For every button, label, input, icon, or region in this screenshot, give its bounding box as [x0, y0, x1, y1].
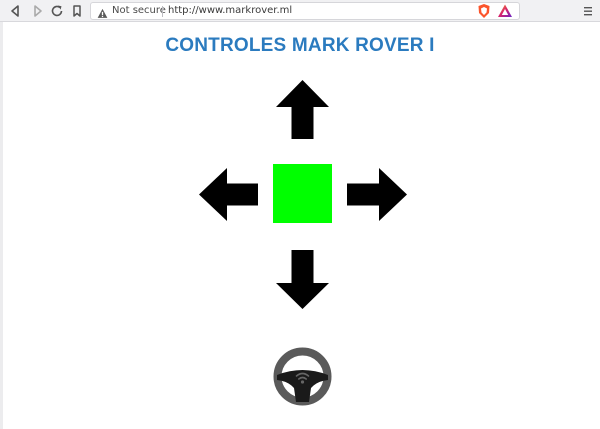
turn-right-button[interactable] — [347, 168, 407, 221]
brave-shield-icon[interactable] — [477, 3, 491, 24]
steering-wheel-icon — [273, 347, 332, 406]
steering-wheel-button[interactable] — [273, 347, 332, 406]
security-label[interactable]: Not secure — [112, 5, 166, 16]
reload-icon[interactable] — [49, 3, 65, 19]
arrow-up-icon — [276, 80, 329, 139]
back-icon[interactable] — [8, 3, 24, 19]
move-backward-button[interactable] — [276, 250, 329, 310]
address-bar[interactable]: Not secure http://www.markrover.ml — [90, 2, 520, 20]
arrow-left-icon — [199, 168, 258, 221]
browser-toolbar: Not secure http://www.markrover.ml — [0, 0, 600, 22]
arrow-right-icon — [347, 168, 407, 221]
brave-rewards-icon[interactable] — [497, 3, 513, 24]
menu-icon[interactable] — [582, 3, 594, 24]
window-edge — [0, 22, 3, 429]
turn-left-button[interactable] — [199, 168, 259, 221]
url-text[interactable]: http://www.markrover.ml — [168, 5, 292, 16]
stop-button[interactable] — [273, 164, 332, 223]
warning-icon[interactable] — [97, 6, 108, 24]
page-title: CONTROLES MARK ROVER I — [165, 35, 435, 56]
arrow-down-icon — [276, 250, 329, 309]
forward-icon[interactable] — [29, 3, 45, 19]
divider — [162, 6, 163, 17]
bookmark-icon[interactable] — [69, 3, 85, 19]
move-forward-button[interactable] — [276, 80, 329, 140]
